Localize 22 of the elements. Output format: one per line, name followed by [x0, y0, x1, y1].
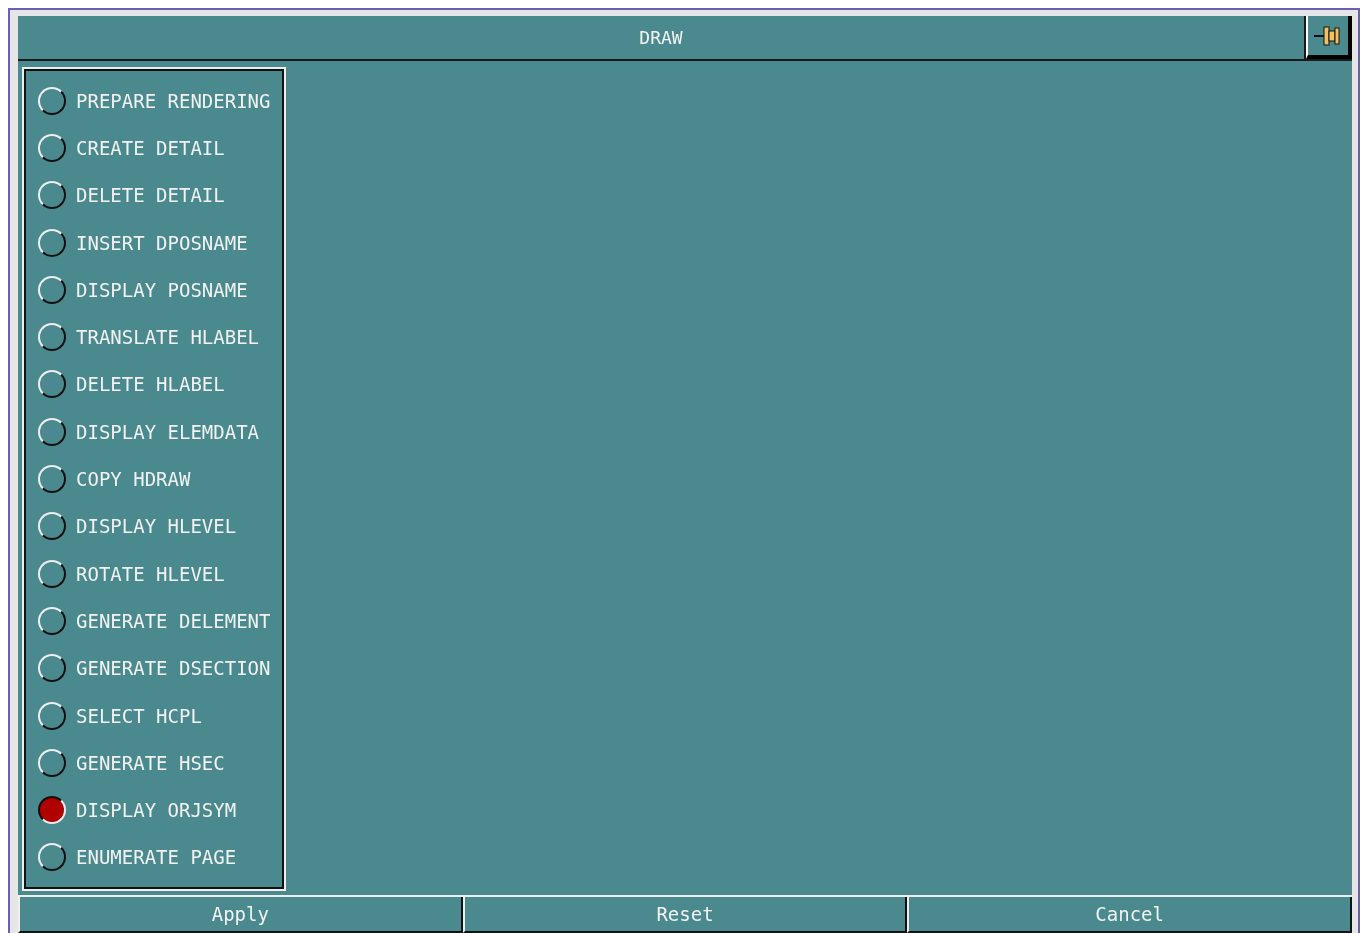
option-label[interactable]: DELETE DETAIL: [76, 184, 225, 207]
option-label[interactable]: GENERATE DSECTION: [76, 657, 271, 680]
action-button[interactable]: Apply: [18, 897, 463, 933]
option-label[interactable]: GENERATE DELEMENT: [76, 609, 271, 632]
option-label[interactable]: GENERATE HSEC: [76, 751, 225, 774]
option-label[interactable]: DISPLAY HLEVEL: [76, 515, 237, 538]
action-button[interactable]: Cancel: [907, 897, 1352, 933]
option-label[interactable]: ENUMERATE PAGE: [76, 846, 237, 869]
option-label[interactable]: DISPLAY ELEMDATA: [76, 420, 260, 443]
option-label[interactable]: TRANSLATE HLABEL: [76, 326, 260, 349]
action-button[interactable]: Reset: [462, 897, 908, 933]
option-label[interactable]: PREPARE RENDERING: [76, 89, 271, 112]
option-label[interactable]: DELETE HLABEL: [76, 373, 225, 396]
pin-icon[interactable]: [1306, 16, 1352, 59]
option-label[interactable]: INSERT DPOSNAME: [76, 231, 248, 254]
option-label[interactable]: DISPLAY POSNAME: [76, 278, 248, 301]
option-label[interactable]: CREATE DETAIL: [76, 136, 225, 159]
option-label[interactable]: DISPLAY ORJSYM: [76, 799, 237, 822]
radio-button[interactable]: [38, 796, 66, 825]
option-label[interactable]: COPY HDRAW: [76, 468, 191, 490]
option-label[interactable]: ROTATE HLEVEL: [76, 562, 225, 585]
option-label[interactable]: SELECT HCPL: [76, 704, 202, 727]
